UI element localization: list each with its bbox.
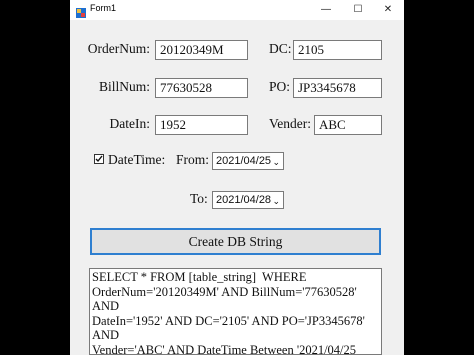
title-bar: Form1 — ☐ ✕ [70, 0, 404, 20]
from-date-value: 2021/04/25 [216, 155, 272, 167]
po-label: PO: [269, 79, 291, 94]
chevron-down-icon[interactable]: ⌄ [272, 154, 280, 170]
datein-label: DateIn: [109, 116, 150, 131]
datetime-checkbox[interactable] [94, 154, 104, 164]
vender-field[interactable]: ABC [314, 115, 382, 135]
create-db-string-button[interactable]: Create DB String [90, 228, 381, 255]
to-date-picker[interactable]: 2021/04/28 ⌄ [212, 191, 284, 209]
to-label: To: [190, 191, 208, 206]
billnum-field[interactable]: 77630528 [155, 78, 248, 98]
right-letterbox [404, 0, 474, 355]
from-date-picker[interactable]: 2021/04/25 ⌄ [212, 152, 284, 170]
ordernum-field[interactable]: 20120349M [155, 40, 248, 60]
maximize-button[interactable]: ☐ [342, 0, 374, 20]
chevron-down-icon[interactable]: ⌄ [272, 193, 280, 209]
dc-field[interactable]: 2105 [293, 40, 382, 60]
sql-output-textbox[interactable]: SELECT * FROM [table_string] WHERE Order… [89, 268, 382, 355]
datein-field[interactable]: 1952 [155, 115, 248, 135]
checkmark-icon [95, 155, 103, 163]
billnum-label: BillNum: [98, 79, 150, 94]
minimize-button[interactable]: — [310, 0, 342, 20]
form1-window: Form1 — ☐ ✕ OrderNum: 20120349M DC: 2105… [70, 0, 404, 355]
to-date-value: 2021/04/28 [216, 194, 272, 206]
dc-label: DC: [269, 41, 292, 56]
ordernum-label: OrderNum: [87, 41, 150, 56]
app-icon [76, 5, 86, 18]
datetime-label: DateTime: [108, 152, 166, 167]
left-letterbox [0, 0, 70, 355]
close-button[interactable]: ✕ [372, 0, 404, 20]
vender-label: Vender: [269, 116, 311, 131]
window-title: Form1 [90, 3, 117, 13]
po-field[interactable]: JP3345678 [293, 78, 382, 98]
from-label: From: [176, 152, 210, 167]
